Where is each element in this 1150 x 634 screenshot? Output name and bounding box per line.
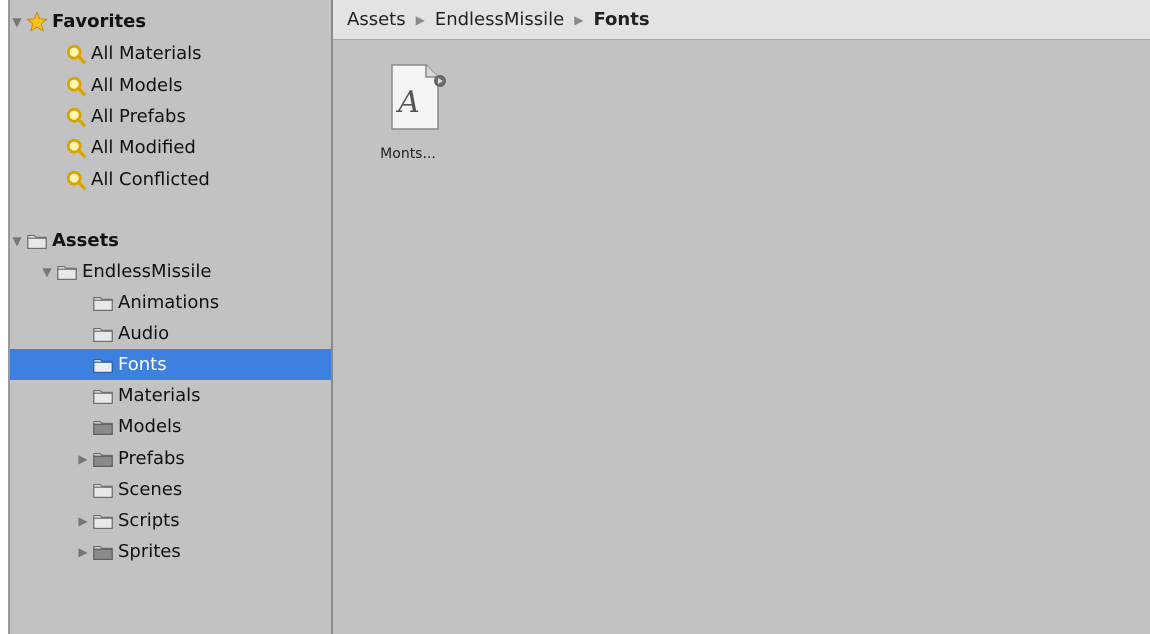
folder-label: Scenes <box>118 479 183 500</box>
search-icon <box>66 107 86 127</box>
collapsed-arrow-icon[interactable]: ▶ <box>76 545 90 559</box>
folder-label: Prefabs <box>118 448 185 469</box>
font-asset-icon: A <box>391 64 439 130</box>
folder-icon <box>93 483 113 498</box>
asset-label: Monts... <box>380 146 436 162</box>
folder-label: Materials <box>118 385 201 406</box>
folder-label: Fonts <box>118 354 167 375</box>
favorite-item-label: All Modified <box>91 137 196 158</box>
folder-fonts[interactable]: Fonts <box>10 349 331 380</box>
favorite-item-all-modified[interactable]: All Modified <box>10 132 331 163</box>
favorite-item-all-models[interactable]: All Models <box>10 70 331 101</box>
project-tree-sidebar: ▼ Favorites All Materials All Models All… <box>10 0 331 634</box>
search-icon <box>66 170 86 190</box>
folder-prefabs[interactable]: ▶ Prefabs <box>10 443 331 474</box>
folder-icon <box>93 452 113 467</box>
folder-icon <box>27 234 47 249</box>
breadcrumb: Assets ▶ EndlessMissile ▶ Fonts <box>333 0 1150 40</box>
assets-header[interactable]: ▼ Assets <box>10 225 331 256</box>
folder-icon <box>93 358 113 373</box>
folder-scripts[interactable]: ▶ Scripts <box>10 505 331 536</box>
collapsed-arrow-icon[interactable]: ▶ <box>76 452 90 466</box>
folder-label: Animations <box>118 292 220 313</box>
expand-arrow-icon[interactable]: ▼ <box>10 15 24 29</box>
breadcrumb-item-endlessmissile[interactable]: EndlessMissile <box>435 9 564 30</box>
star-icon <box>26 10 48 32</box>
folder-scenes[interactable]: Scenes <box>10 474 331 505</box>
search-icon <box>66 44 86 64</box>
search-icon <box>66 76 86 96</box>
asset-browser-panel: Assets ▶ EndlessMissile ▶ Fonts A Monts.… <box>333 0 1150 634</box>
folder-sprites[interactable]: ▶ Sprites <box>10 536 331 567</box>
folder-label: Audio <box>118 323 170 344</box>
folder-label: Models <box>118 416 182 437</box>
assets-label: Assets <box>52 230 119 251</box>
folder-icon <box>57 265 77 280</box>
folder-audio[interactable]: Audio <box>10 318 331 349</box>
search-icon <box>66 138 86 158</box>
folder-icon <box>93 514 113 529</box>
folder-label: EndlessMissile <box>82 261 212 282</box>
favorite-item-all-conflicted[interactable]: All Conflicted <box>10 164 331 195</box>
breadcrumb-item-fonts[interactable]: Fonts <box>593 9 649 30</box>
favorites-header[interactable]: ▼ Favorites <box>10 6 331 37</box>
asset-tile-font[interactable]: A Monts... <box>363 62 453 162</box>
favorite-item-all-materials[interactable]: All Materials <box>10 38 331 69</box>
breadcrumb-item-assets[interactable]: Assets <box>347 9 406 30</box>
favorite-item-label: All Models <box>91 75 183 96</box>
folder-icon <box>93 420 113 435</box>
folder-animations[interactable]: Animations <box>10 287 331 318</box>
breadcrumb-separator-icon: ▶ <box>415 12 425 27</box>
favorite-item-all-prefabs[interactable]: All Prefabs <box>10 101 331 132</box>
font-glyph: A <box>395 85 420 120</box>
folder-icon <box>93 389 113 404</box>
favorites-label: Favorites <box>52 11 147 32</box>
folder-label: Scripts <box>118 510 180 531</box>
expand-subasset-icon[interactable] <box>433 74 447 88</box>
breadcrumb-separator-icon: ▶ <box>574 12 584 27</box>
favorite-item-label: All Conflicted <box>91 169 210 190</box>
folder-icon <box>93 327 113 342</box>
folder-label: Sprites <box>118 541 181 562</box>
folder-icon <box>93 545 113 560</box>
expand-arrow-icon[interactable]: ▼ <box>10 234 24 248</box>
folder-materials[interactable]: Materials <box>10 380 331 411</box>
folder-icon <box>93 296 113 311</box>
collapsed-arrow-icon[interactable]: ▶ <box>76 514 90 528</box>
favorite-item-label: All Prefabs <box>91 106 186 127</box>
folder-models[interactable]: Models <box>10 411 331 442</box>
favorite-item-label: All Materials <box>91 43 202 64</box>
expand-arrow-icon[interactable]: ▼ <box>40 265 54 279</box>
folder-endlessmissile[interactable]: ▼ EndlessMissile <box>10 256 331 287</box>
